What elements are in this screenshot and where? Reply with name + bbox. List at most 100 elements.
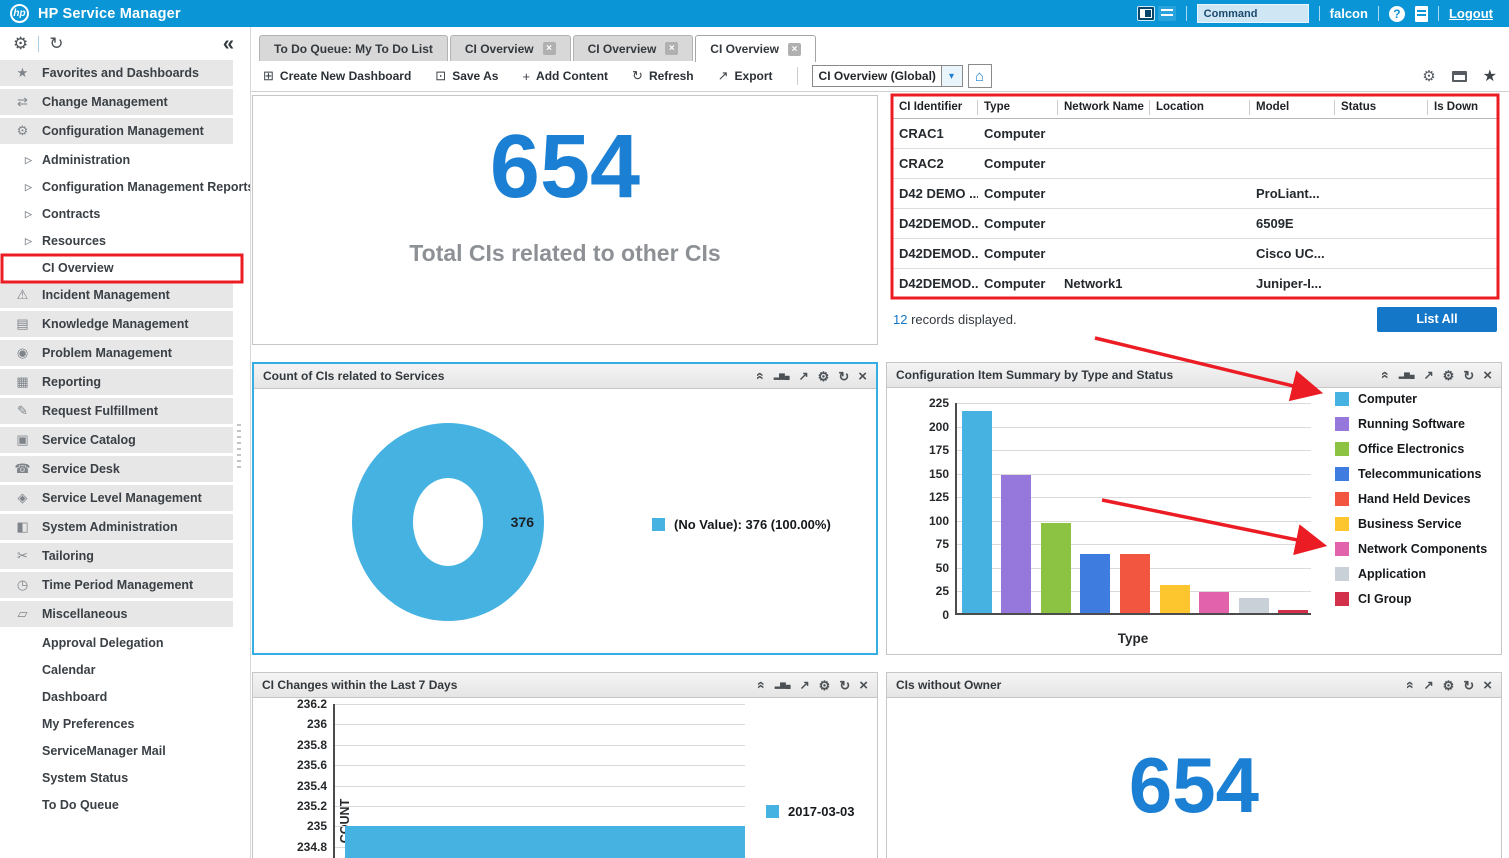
sidebar-item-resources[interactable]: ▷Resources [0,228,233,254]
sidebar-item-my-preferences[interactable]: My Preferences [0,711,233,737]
chart-icon[interactable]: ▂▆▄ [1399,372,1415,379]
export-button[interactable]: ↗Export [718,68,773,84]
column-header-model[interactable]: Model [1250,100,1335,115]
sidebar-item-system-status[interactable]: System Status [0,765,233,791]
columns-view-icon[interactable] [1137,6,1155,21]
legend-item-telecommunications[interactable]: Telecommunications [1335,467,1487,481]
sidebar-item-incident-management[interactable]: ⚠Incident Management [0,282,233,308]
tab-ci-overview[interactable]: CI Overview× [573,35,694,61]
legend-item-network-components[interactable]: Network Components [1335,542,1487,556]
command-input[interactable] [1197,4,1309,23]
collapse-icon[interactable]: « [1379,371,1393,379]
table-row[interactable]: D42 DEMO ...ComputerProLiant... [893,179,1497,209]
collapse-sidebar-icon[interactable]: « [223,34,234,54]
chart-icon[interactable]: ▂▆▄ [775,682,791,689]
sidebar-item-service-desk[interactable]: ☎Service Desk [0,456,233,482]
gear-icon[interactable]: ⚙ [818,370,830,383]
sidebar-item-reporting[interactable]: ▦Reporting [0,369,233,395]
donut-slice-no-value[interactable]: 376 [352,423,544,621]
refresh-icon[interactable]: ↻ [839,679,850,692]
column-header-location[interactable]: Location [1150,100,1250,115]
chevron-down-icon[interactable]: ▾ [941,66,962,86]
tab-close-icon[interactable]: × [788,43,801,56]
sidebar-item-request-fulfillment[interactable]: ✎Request Fulfillment [0,398,233,424]
notification-icon[interactable] [1415,6,1428,22]
refresh-icon[interactable]: ↻ [838,370,849,383]
bar-computer[interactable] [962,411,992,613]
sidebar-item-tailoring[interactable]: ✂Tailoring [0,543,233,569]
table-row[interactable]: D42DEMOD...ComputerCisco UC... [893,239,1497,269]
expand-arrow-icon[interactable]: ▷ [25,236,32,247]
expand-arrow-icon[interactable]: ▷ [25,209,32,220]
gear-icon[interactable]: ⚙ [1443,369,1455,382]
dashboard-select[interactable]: CI Overview (Global) ▾ [812,65,963,87]
bar-ci-group[interactable] [1278,610,1308,613]
tab-close-icon[interactable]: × [543,42,556,55]
expand-arrow-icon[interactable]: ▷ [25,155,32,166]
refresh-icon[interactable]: ↻ [1463,369,1474,382]
help-icon[interactable]: ? [1389,6,1405,22]
column-header-is-down[interactable]: Is Down [1428,100,1497,115]
bar-hand-held-devices[interactable] [1120,554,1150,613]
list-view-icon[interactable] [1158,6,1176,21]
collapse-icon[interactable]: « [755,681,769,689]
tab-ci-overview[interactable]: CI Overview× [450,35,571,61]
splitter-handle[interactable] [237,424,241,468]
bar-2017-03-03[interactable] [345,826,745,858]
bar-running-software[interactable] [1001,475,1031,614]
legend-item-ci-group[interactable]: CI Group [1335,592,1487,606]
sidebar-item-knowledge-management[interactable]: ▤Knowledge Management [0,311,233,337]
sidebar-item-service-catalog[interactable]: ▣Service Catalog [0,427,233,453]
set-default-dashboard-button[interactable]: ⌂ [968,64,992,88]
add-content-button[interactable]: +Add Content [522,69,608,84]
favorite-star-icon[interactable]: ★ [1483,66,1497,86]
legend-item-application[interactable]: Application [1335,567,1487,581]
tab-to-do-queue-my-to-do-list[interactable]: To Do Queue: My To Do List [259,35,448,61]
refresh-icon[interactable]: ↻ [49,34,63,54]
sidebar-item-change-management[interactable]: ⇄Change Management [0,89,233,115]
sidebar-item-configuration-management-reports[interactable]: ▷Configuration Management Reports [0,174,233,200]
bar-office-electronics[interactable] [1041,523,1071,613]
sidebar-item-problem-management[interactable]: ◉Problem Management [0,340,233,366]
settings-gear-icon[interactable]: ⚙ [13,34,28,54]
bar-telecommunications[interactable] [1080,554,1110,613]
export-icon[interactable]: ↗ [800,679,810,691]
sidebar-item-ci-overview[interactable]: CI Overview [0,255,233,281]
print-icon[interactable] [1452,71,1467,82]
sidebar-item-servicemanager-mail[interactable]: ServiceManager Mail [0,738,233,764]
export-icon[interactable]: ↗ [799,370,809,382]
sidebar-item-to-do-queue[interactable]: To Do Queue [0,792,233,818]
legend-item-running-software[interactable]: Running Software [1335,417,1487,431]
close-icon[interactable]: × [1483,678,1492,693]
sidebar-item-dashboard[interactable]: Dashboard [0,684,233,710]
chart-icon[interactable]: ▂▆▄ [774,373,790,380]
table-row[interactable]: CRAC1Computer [893,119,1497,149]
sidebar-item-administration[interactable]: ▷Administration [0,147,233,173]
expand-arrow-icon[interactable]: ▷ [25,182,32,193]
sidebar-item-miscellaneous[interactable]: ▱Miscellaneous [0,601,233,627]
legend-item-office-electronics[interactable]: Office Electronics [1335,442,1487,456]
sidebar-item-calendar[interactable]: Calendar [0,657,233,683]
sidebar-item-service-level-management[interactable]: ◈Service Level Management [0,485,233,511]
logout-link[interactable]: Logout [1449,6,1493,21]
sidebar-item-approval-delegation[interactable]: Approval Delegation [0,630,233,656]
refresh-button[interactable]: ↻Refresh [632,68,694,84]
collapse-icon[interactable]: « [1404,681,1418,689]
sidebar-item-configuration-management[interactable]: ⚙Configuration Management [0,118,233,144]
gear-icon[interactable]: ⚙ [1443,679,1455,692]
save-as-button[interactable]: ⊡Save As [435,68,498,84]
column-header-network-name[interactable]: Network Name [1058,100,1150,115]
sidebar-item-favorites-and-dashboards[interactable]: ★Favorites and Dashboards [0,60,233,86]
export-icon[interactable]: ↗ [1424,369,1434,381]
bar-business-service[interactable] [1160,585,1190,613]
bar-network-components[interactable] [1199,592,1229,613]
collapse-icon[interactable]: « [754,372,768,380]
bar-application[interactable] [1239,598,1269,613]
column-header-status[interactable]: Status [1335,100,1428,115]
gear-icon[interactable]: ⚙ [819,679,831,692]
legend-item-hand-held-devices[interactable]: Hand Held Devices [1335,492,1487,506]
legend-item-business-service[interactable]: Business Service [1335,517,1487,531]
export-icon[interactable]: ↗ [1424,679,1434,691]
sidebar-item-contracts[interactable]: ▷Contracts [0,201,233,227]
gear-icon[interactable]: ⚙ [1422,67,1435,85]
